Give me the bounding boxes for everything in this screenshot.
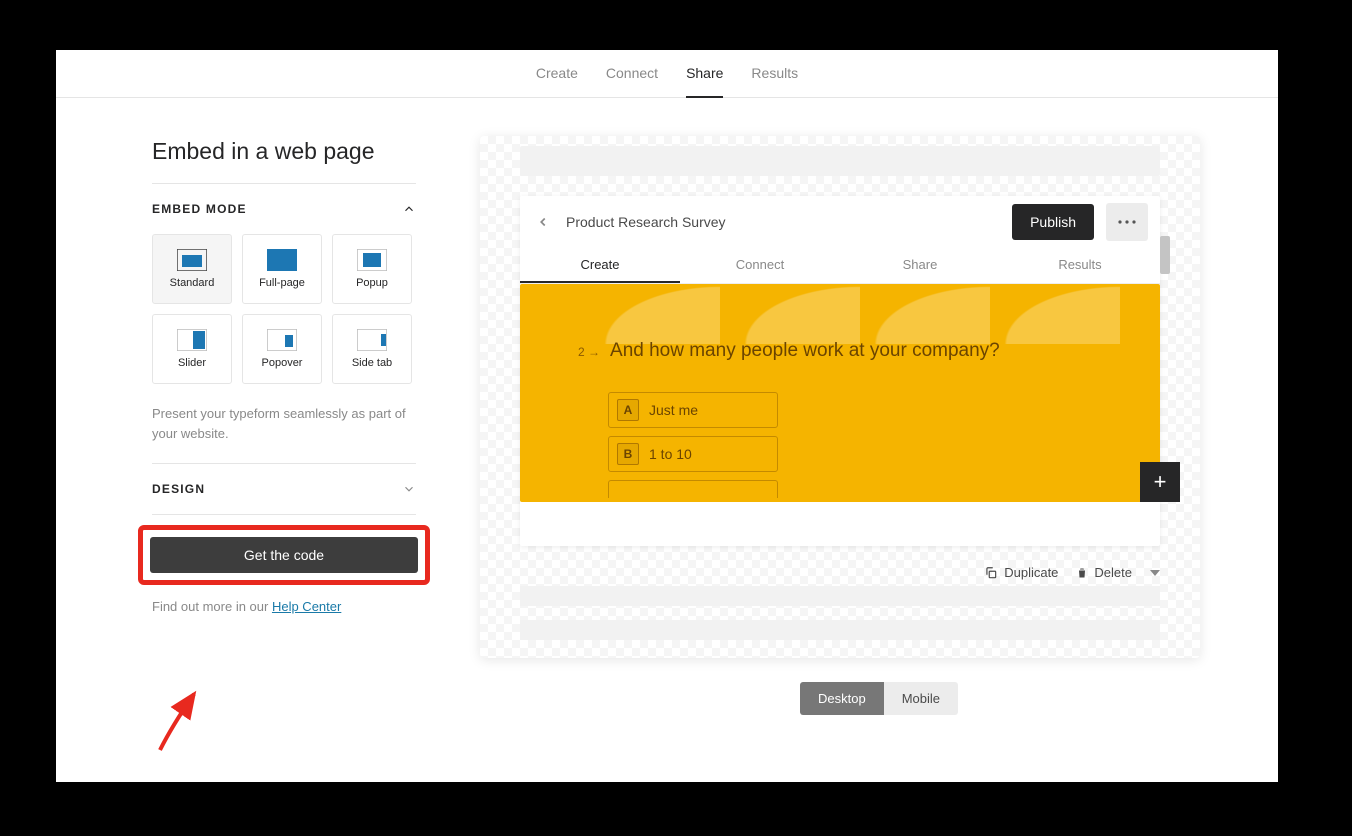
mode-description: Present your typeform seamlessly as part… — [152, 404, 416, 443]
standard-icon — [177, 249, 207, 271]
slider-icon — [177, 329, 207, 351]
mode-standard[interactable]: Standard — [152, 234, 232, 304]
mode-label: Side tab — [352, 357, 392, 369]
content-area: Embed in a web page EMBED MODE Standard — [56, 98, 1278, 782]
question-number: 2 → — [578, 345, 600, 359]
mode-fullpage[interactable]: Full-page — [242, 234, 322, 304]
preview-tab-connect[interactable]: Connect — [680, 248, 840, 283]
tab-create[interactable]: Create — [536, 50, 578, 98]
view-desktop-button[interactable]: Desktop — [800, 682, 884, 715]
dots-icon — [1118, 220, 1136, 224]
tab-connect[interactable]: Connect — [606, 50, 658, 98]
option-a[interactable]: A Just me — [608, 392, 778, 428]
form-actions: Duplicate Delete — [984, 565, 1160, 580]
skeleton-bar — [520, 586, 1160, 606]
more-button[interactable] — [1106, 203, 1148, 241]
duplicate-icon — [984, 566, 998, 580]
embed-mode-label: EMBED MODE — [152, 202, 247, 216]
duplicate-action[interactable]: Duplicate — [984, 565, 1058, 580]
scrollbar[interactable] — [1160, 236, 1170, 274]
trash-icon — [1076, 566, 1088, 580]
help-text: Find out more in our Help Center — [152, 599, 416, 614]
preview-tab-results[interactable]: Results — [1000, 248, 1160, 283]
chevron-up-icon — [402, 202, 416, 216]
preview-tabs: Create Connect Share Results — [520, 248, 1160, 284]
option-label: 1 to 10 — [649, 446, 692, 462]
dropdown-caret-icon[interactable] — [1150, 570, 1160, 576]
delete-action[interactable]: Delete — [1076, 565, 1132, 580]
preview-header: Product Research Survey Publish — [520, 196, 1160, 248]
tab-share[interactable]: Share — [686, 50, 723, 98]
preview-canvas: Product Research Survey Publish Create C… — [480, 136, 1200, 658]
left-panel: Embed in a web page EMBED MODE Standard — [56, 98, 480, 782]
mode-popover[interactable]: Popover — [242, 314, 322, 384]
design-header[interactable]: DESIGN — [152, 464, 416, 514]
skeleton-bar — [520, 146, 1160, 176]
mode-sidetab[interactable]: Side tab — [332, 314, 412, 384]
page-title: Embed in a web page — [152, 138, 416, 165]
divider — [152, 514, 416, 515]
view-toggle: Desktop Mobile — [800, 682, 958, 715]
option-c-partial[interactable] — [608, 480, 778, 498]
mode-label: Popover — [262, 357, 303, 369]
add-button[interactable]: + — [1140, 462, 1180, 502]
option-key: A — [617, 399, 639, 421]
form-title: Product Research Survey — [566, 214, 1000, 230]
annotation-highlight: Get the code — [138, 525, 430, 585]
popover-icon — [267, 329, 297, 351]
preview-tab-share[interactable]: Share — [840, 248, 1000, 283]
app-window: Create Connect Share Results Embed in a … — [56, 50, 1278, 782]
embedded-form-preview: Product Research Survey Publish Create C… — [520, 196, 1160, 546]
design-label: DESIGN — [152, 482, 205, 496]
mode-label: Full-page — [259, 277, 305, 289]
right-panel: Product Research Survey Publish Create C… — [480, 98, 1278, 782]
mode-popup[interactable]: Popup — [332, 234, 412, 304]
option-label: Just me — [649, 402, 698, 418]
skeleton-bar — [520, 620, 1160, 640]
mode-label: Standard — [170, 277, 215, 289]
form-body: 2 → And how many people work at your com… — [520, 284, 1160, 502]
help-center-link[interactable]: Help Center — [272, 599, 341, 614]
embed-mode-header[interactable]: EMBED MODE — [152, 184, 416, 234]
question-row: 2 → And how many people work at your com… — [578, 340, 1000, 362]
top-nav-tabs: Create Connect Share Results — [56, 50, 1278, 98]
back-arrow-icon[interactable] — [532, 211, 554, 233]
embed-mode-grid: Standard Full-page Popup — [152, 234, 416, 384]
chevron-down-icon — [402, 482, 416, 496]
mode-label: Slider — [178, 357, 206, 369]
help-prefix: Find out more in our — [152, 599, 272, 614]
option-b[interactable]: B 1 to 10 — [608, 436, 778, 472]
view-mobile-button[interactable]: Mobile — [884, 682, 958, 715]
sidetab-icon — [357, 329, 387, 351]
question-text: And how many people work at your company… — [610, 340, 1000, 362]
option-key: B — [617, 443, 639, 465]
preview-tab-create[interactable]: Create — [520, 248, 680, 283]
get-code-button[interactable]: Get the code — [150, 537, 418, 573]
options-list: A Just me B 1 to 10 — [608, 392, 778, 498]
plus-icon: + — [1154, 469, 1167, 495]
tab-results[interactable]: Results — [751, 50, 798, 98]
popup-icon — [357, 249, 387, 271]
mode-label: Popup — [356, 277, 388, 289]
publish-button[interactable]: Publish — [1012, 204, 1094, 240]
duplicate-label: Duplicate — [1004, 565, 1058, 580]
mode-slider[interactable]: Slider — [152, 314, 232, 384]
fullpage-icon — [267, 249, 297, 271]
delete-label: Delete — [1094, 565, 1132, 580]
